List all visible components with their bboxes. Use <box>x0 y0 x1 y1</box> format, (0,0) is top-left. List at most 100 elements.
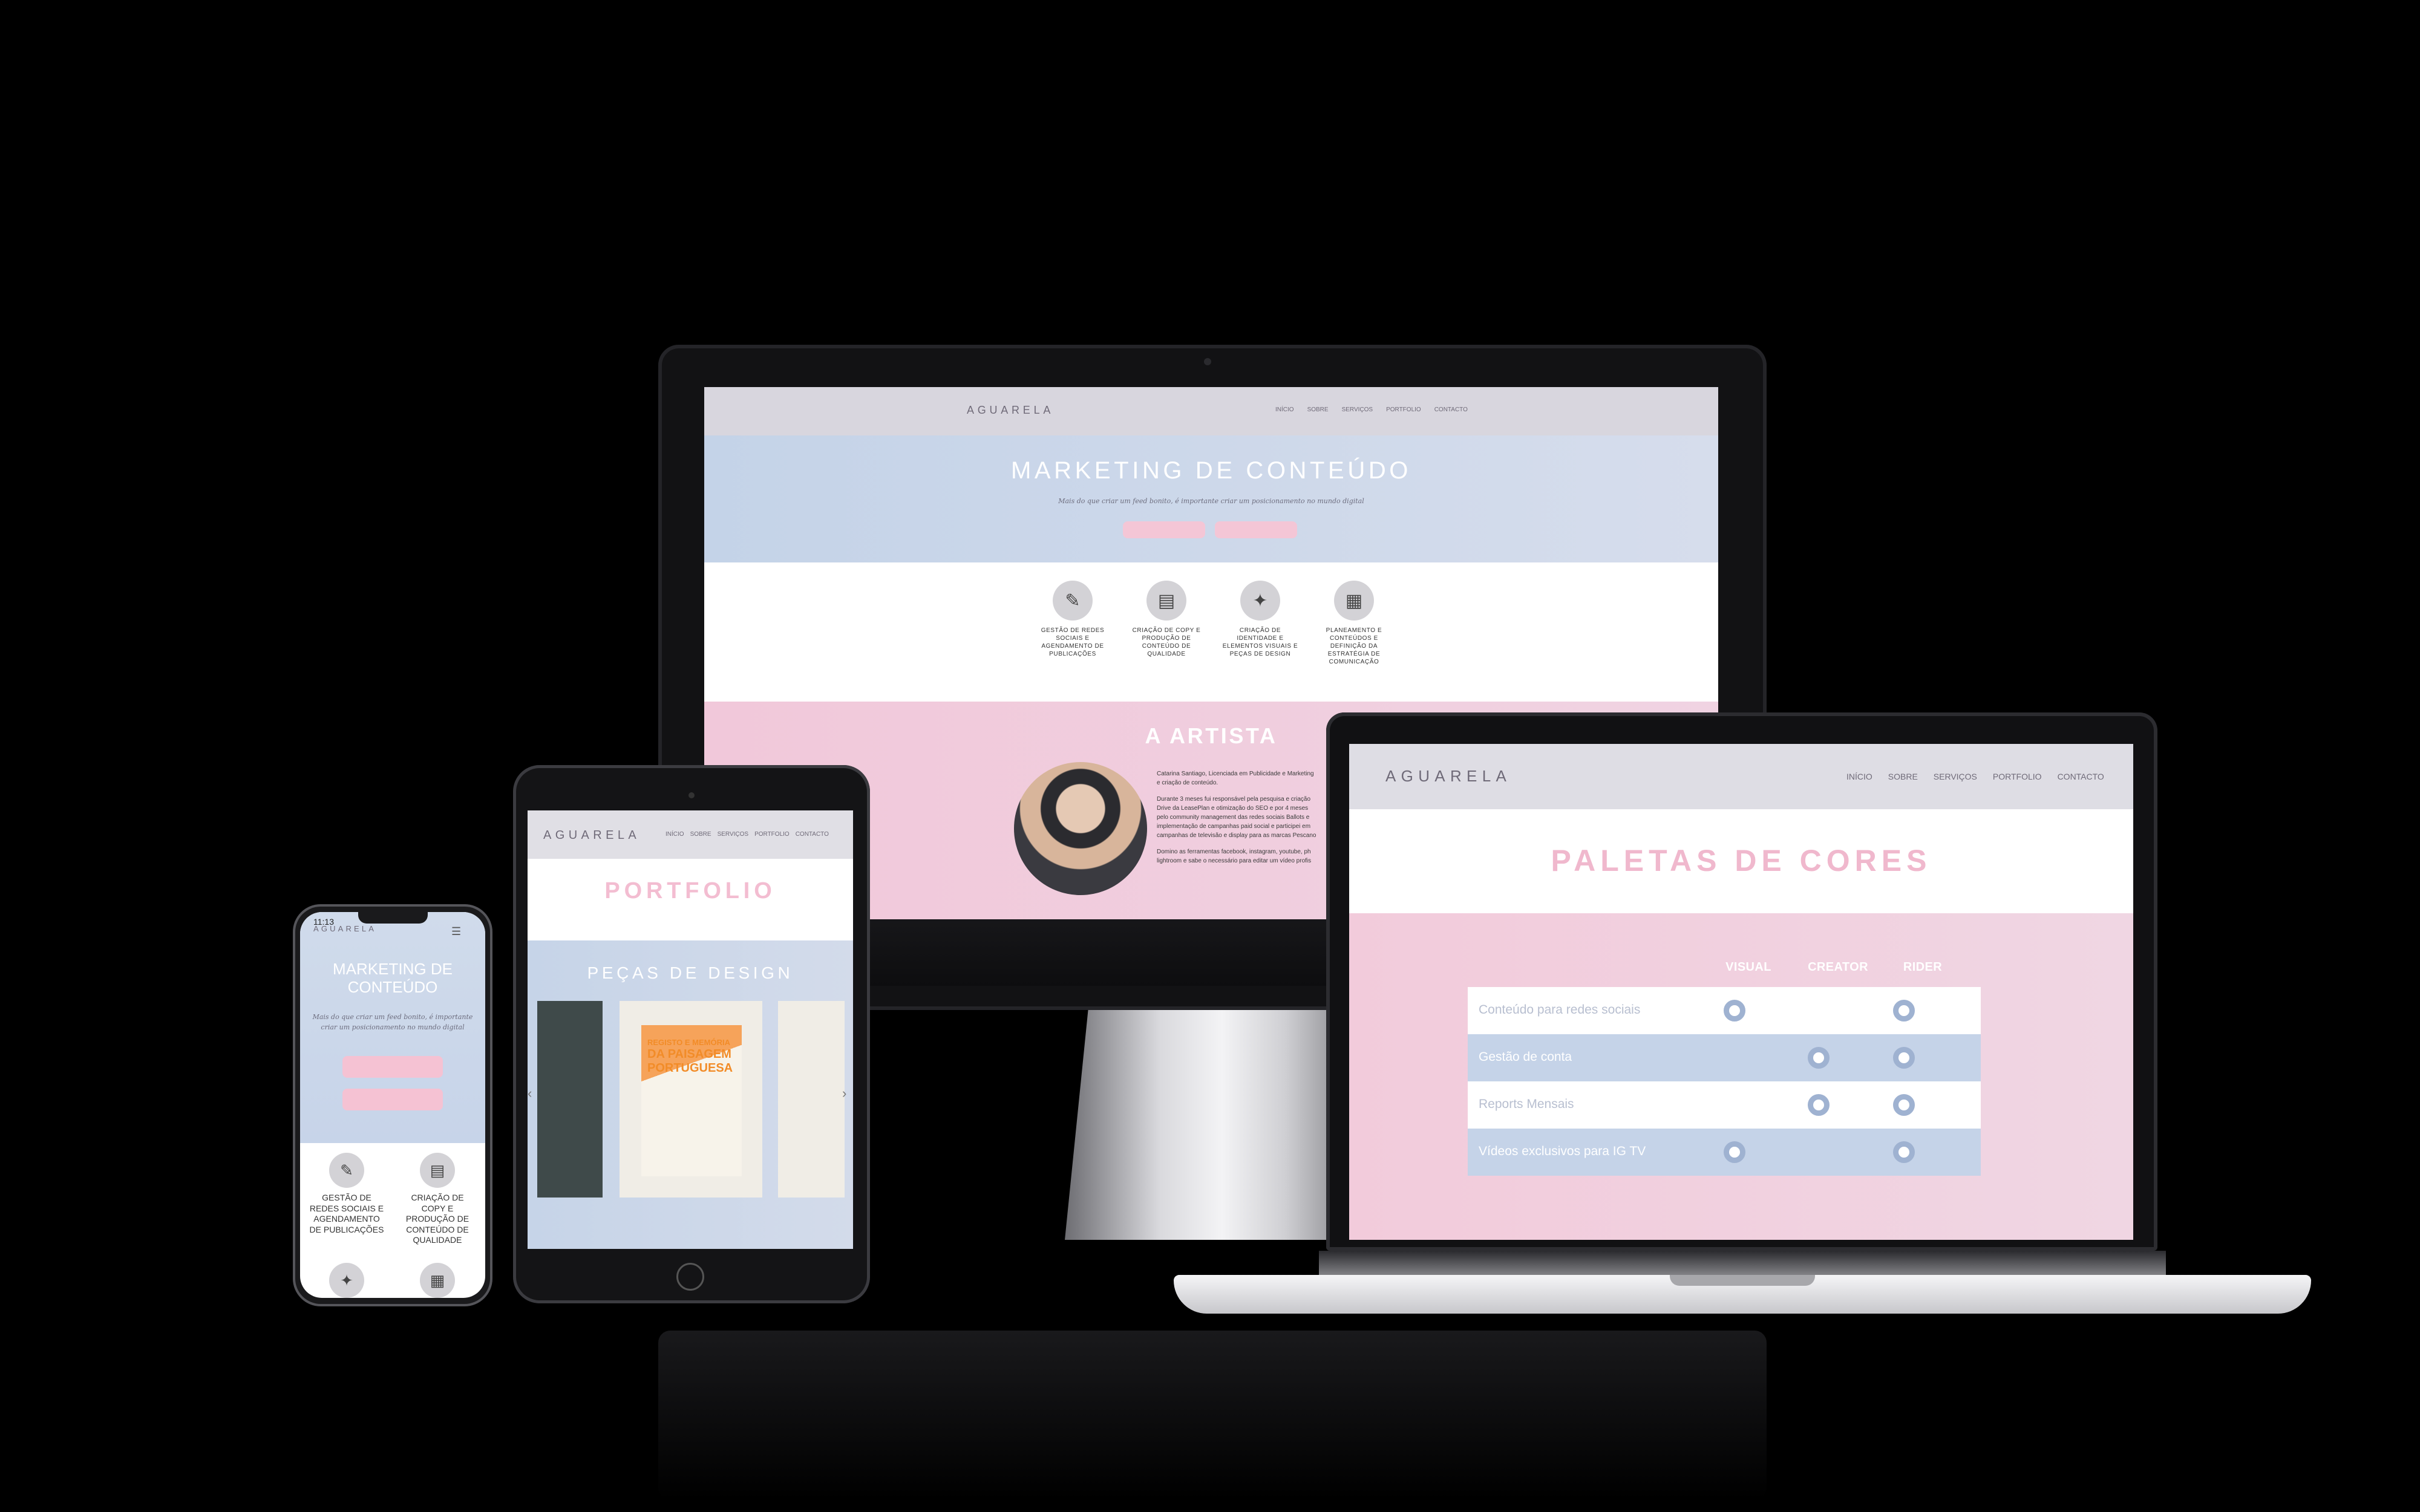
tablet-nav: INÍCIO SOBRE SERVIÇOS PORTFOLIO CONTACTO <box>666 831 829 838</box>
document-icon: ▤ <box>420 1153 455 1188</box>
bio-line: lightroom e sabe o necessário para edita… <box>1157 858 1312 864</box>
nav-contacto[interactable]: CONTACTO <box>2058 772 2104 781</box>
calendar-icon: ▦ <box>420 1263 455 1298</box>
imac-brand-logo[interactable]: AGUARELA <box>967 404 1054 417</box>
column-creator: CREATOR <box>1808 960 1868 974</box>
nav-inicio[interactable]: INÍCIO <box>666 831 684 838</box>
imac-navbar: AGUARELA INÍCIO SOBRE SERVIÇOS PORTFOLIO… <box>704 387 1718 435</box>
plan-radio[interactable] <box>1724 1141 1745 1163</box>
laptop-navbar: AGUARELA INÍCIO SOBRE SERVIÇOS PORTFOLIO… <box>1349 744 2133 809</box>
pricing-row-label: Vídeos exclusivos para IG TV <box>1479 1144 1646 1158</box>
plan-radio[interactable] <box>1893 1094 1915 1116</box>
laptop-notch <box>1670 1275 1815 1286</box>
plan-radio[interactable] <box>1724 1000 1745 1022</box>
section-title: PEÇAS DE DESIGN <box>587 963 794 982</box>
laptop-screen: AGUARELA INÍCIO SOBRE SERVIÇOS PORTFOLIO… <box>1349 744 2133 1240</box>
nav-portfolio[interactable]: PORTFOLIO <box>1386 406 1421 413</box>
tablet-brand-logo[interactable]: AGUARELA <box>543 829 640 842</box>
pricing-row: Conteúdo para redes sociais <box>1468 987 1981 1034</box>
pricing-row: Gestão de conta <box>1468 1034 1981 1081</box>
portfolio-item[interactable] <box>778 1001 845 1198</box>
imac-nav: INÍCIO SOBRE SERVIÇOS PORTFOLIO CONTACTO <box>1275 406 1468 413</box>
service-text: CRIAÇÃO DE IDENTIDADE E ELEMENTOS VISUAI… <box>1222 627 1298 657</box>
poster-line: PORTUGUESA <box>647 1061 733 1075</box>
tablet-screen: AGUARELA INÍCIO SOBRE SERVIÇOS PORTFOLIO… <box>528 810 853 1249</box>
laptop-hinge <box>1319 1251 2166 1277</box>
page-title: PORTFOLIO <box>604 878 776 904</box>
phone-screen: 11:13 AGUARELA ☰ MARKETING DE CONTEÚDO M… <box>300 912 485 1298</box>
service-item: ✦ CRIAÇÃO DE IDENTIDADE E ELEMENTOS VISU… <box>1221 581 1300 696</box>
pencil-icon: ✎ <box>1053 581 1093 621</box>
pricing-table: Conteúdo para redes sociais Gestão de con… <box>1468 987 1981 1176</box>
bio-line: campanhas de televisão e display para as… <box>1157 832 1316 839</box>
service-item: ▤ CRIAÇÃO DE COPY E PRODUÇÃO DE CONTEÚDO… <box>1127 581 1206 696</box>
plan-radio[interactable] <box>1893 1141 1915 1163</box>
service-item: ✎ GESTÃO DE REDES SOCIAIS E AGENDAMENTO … <box>1033 581 1112 696</box>
bio-line: Catarina Santiago, Licenciada em Publici… <box>1157 771 1314 777</box>
laptop-brand-logo[interactable]: AGUARELA <box>1385 767 1511 786</box>
nav-contacto[interactable]: CONTACTO <box>796 831 829 838</box>
plan-radio[interactable] <box>1808 1094 1830 1116</box>
imac-camera <box>1204 358 1211 365</box>
nav-contacto[interactable]: CONTACTO <box>1434 406 1468 413</box>
phone-button-2[interactable] <box>342 1089 443 1110</box>
poster-title: REGISTO E MEMÓRIA DA PAISAGEM PORTUGUESA <box>647 1038 738 1075</box>
document-icon: ▤ <box>1146 581 1186 621</box>
service-text: GESTÃO DE REDES SOCIAIS E AGENDAMENTO DE… <box>1041 627 1105 657</box>
bio-line: Domino as ferramentas facebook, instagra… <box>1157 849 1311 855</box>
service-text: CRIAÇÃO DE COPY E PRODUÇÃO DE CONTEÚDO D… <box>1132 627 1201 657</box>
hero-subtitle: Mais do que criar um feed bonito, é impo… <box>1058 497 1364 505</box>
page-title: PALETAS DE CORES <box>1551 844 1932 878</box>
hero-button-1[interactable] <box>1123 521 1205 538</box>
phone-hero-title: MARKETING DE CONTEÚDO <box>333 960 453 996</box>
nav-servicos[interactable]: SERVIÇOS <box>1342 406 1373 413</box>
chevron-left-icon[interactable]: ‹ <box>528 1086 532 1101</box>
phone-hero-subtitle: Mais do que criar um feed bonito, é impo… <box>312 1013 473 1031</box>
bio-line: Drive da LeasePlan e otimização do SEO e… <box>1157 805 1309 812</box>
pricing-row-label: Gestão de conta <box>1479 1050 1572 1064</box>
lightbulb-icon: ✦ <box>329 1263 364 1298</box>
chevron-right-icon[interactable]: › <box>842 1086 846 1101</box>
pricing-row: Vídeos exclusivos para IG TV <box>1468 1129 1981 1176</box>
nav-portfolio[interactable]: PORTFOLIO <box>1993 772 2042 781</box>
service-text: GESTÃO DE REDES SOCIAIS E AGENDAMENTO DE… <box>309 1193 384 1234</box>
service-item: ✎ GESTÃO DE REDES SOCIAIS E AGENDAMENTO … <box>309 1153 385 1235</box>
nav-sobre[interactable]: SOBRE <box>690 831 711 838</box>
nav-sobre[interactable]: SOBRE <box>1888 772 1918 781</box>
plan-radio[interactable] <box>1893 1047 1915 1069</box>
service-text: PLANEAMENTO E CONTEÚDOS E DEFINIÇÃO DA E… <box>1326 627 1382 665</box>
pricing-row-label: Conteúdo para redes sociais <box>1479 1003 1641 1017</box>
phone-brand-logo[interactable]: AGUARELA <box>313 924 376 933</box>
nav-servicos[interactable]: SERVIÇOS <box>718 831 749 838</box>
column-visual: VISUAL <box>1725 960 1771 974</box>
avatar <box>1014 762 1147 895</box>
pencil-icon: ✎ <box>329 1153 364 1188</box>
tablet-home-button[interactable] <box>676 1263 704 1291</box>
tablet-camera <box>688 792 695 798</box>
lightbulb-icon: ✦ <box>1240 581 1280 621</box>
nav-sobre[interactable]: SOBRE <box>1307 406 1329 413</box>
poster-line: REGISTO E MEMÓRIA <box>647 1038 730 1047</box>
hamburger-icon[interactable]: ☰ <box>451 925 461 938</box>
plan-radio[interactable] <box>1893 1000 1915 1022</box>
imac-services: ✎ GESTÃO DE REDES SOCIAIS E AGENDAMENTO … <box>1033 581 1396 696</box>
service-text: CRIAÇÃO DE COPY E PRODUÇÃO DE CONTEÚDO D… <box>405 1193 469 1245</box>
poster-line: DA PAISAGEM <box>647 1047 731 1061</box>
portfolio-item[interactable] <box>537 1001 603 1198</box>
nav-servicos[interactable]: SERVIÇOS <box>1934 772 1977 781</box>
column-rider: RIDER <box>1903 960 1943 974</box>
nav-portfolio[interactable]: PORTFOLIO <box>754 831 790 838</box>
artist-bio: Catarina Santiago, Licenciada em Publici… <box>1157 769 1338 865</box>
plan-radio[interactable] <box>1808 1047 1830 1069</box>
phone-button-1[interactable] <box>342 1056 443 1078</box>
service-item: ▦ <box>420 1263 455 1298</box>
portfolio-item[interactable]: REGISTO E MEMÓRIA DA PAISAGEM PORTUGUESA <box>620 1001 762 1198</box>
bio-line: implementação de campanhas paid social e… <box>1157 823 1311 830</box>
nav-inicio[interactable]: INÍCIO <box>1846 772 1872 781</box>
pricing-row: Reports Mensais <box>1468 1081 1981 1129</box>
imac-hero: MARKETING DE CONTEÚDO Mais do que criar … <box>704 435 1718 562</box>
hero-button-2[interactable] <box>1215 521 1297 538</box>
phone-notch <box>358 910 428 924</box>
phone-hero: 11:13 AGUARELA ☰ MARKETING DE CONTEÚDO M… <box>300 912 485 1143</box>
nav-inicio[interactable]: INÍCIO <box>1275 406 1294 413</box>
